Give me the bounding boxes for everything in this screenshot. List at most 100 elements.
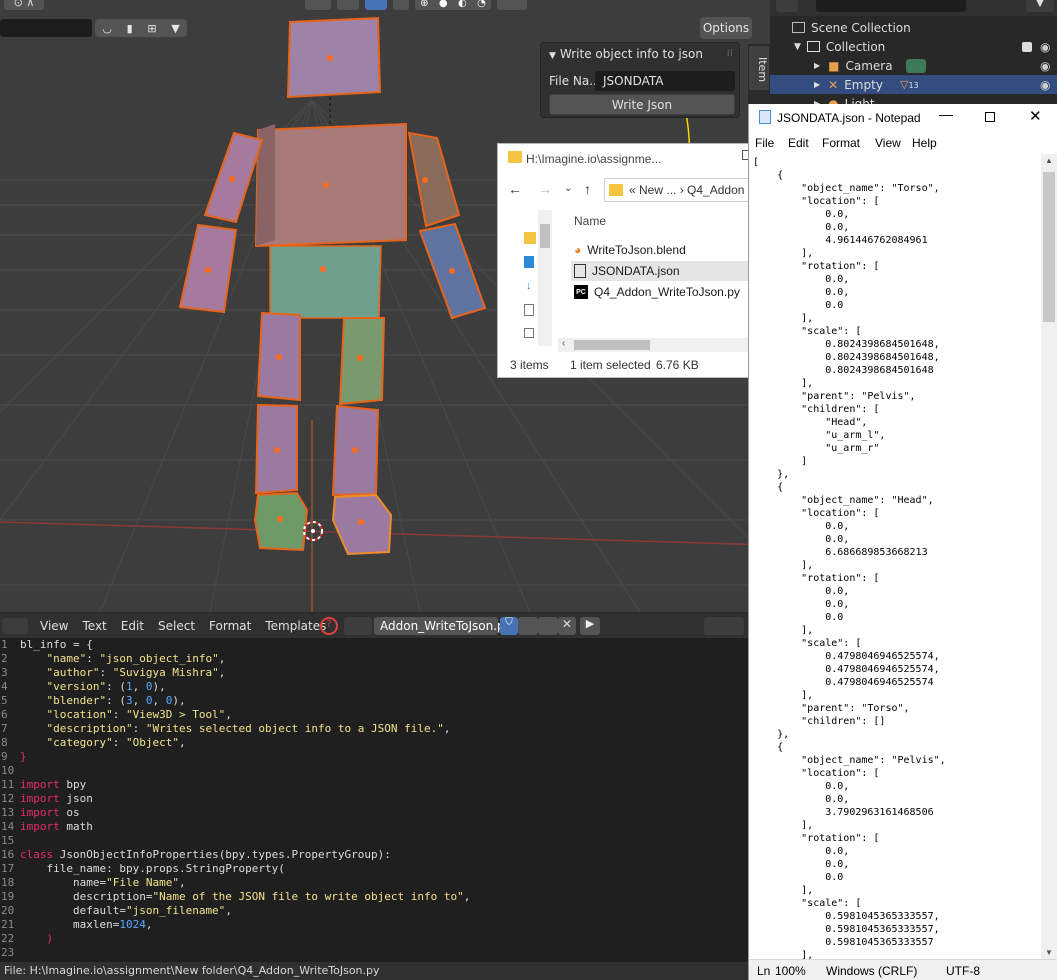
drag-handle-icon[interactable]: ⁞⁞ (727, 48, 733, 59)
overlay-toggle-icon[interactable] (337, 0, 359, 10)
visibility-eye-icon[interactable]: ◉ (1040, 59, 1050, 73)
viewport-filter-toolbar[interactable]: ◡ ▮ ⊞ ▼ (95, 19, 187, 37)
xray-toggle-icon[interactable] (365, 0, 387, 10)
editor-type-dropdown[interactable] (2, 618, 28, 634)
notepad-text-area[interactable]: [ { "object_name": "Torso", "location": … (749, 154, 1042, 959)
menu-templates[interactable]: Templates (265, 619, 326, 633)
scroll-down-icon[interactable]: ▼ (1045, 948, 1053, 957)
json-line: "rotation": [ (753, 261, 880, 272)
code-line: 2 "name": "json_object_info", (1, 652, 226, 665)
tab-item[interactable]: Item (749, 46, 769, 90)
menu-edit[interactable]: Edit (788, 136, 809, 150)
visibility-eye-icon[interactable]: ◉ (1040, 40, 1050, 54)
folder-icon[interactable] (524, 232, 536, 244)
run-script-play-icon[interactable]: ▶ (580, 617, 600, 635)
forward-arrow-icon[interactable]: → (538, 181, 552, 197)
menu-file[interactable]: File (755, 136, 774, 150)
explorer-path: H:\Imagine.io\assignme... (526, 152, 662, 166)
code-line: 3 "author": "Suvigya Mishra", (1, 666, 226, 679)
collection-row[interactable]: ▼ Collection ◉ (770, 37, 1057, 56)
overlay-icon[interactable]: ◡ (102, 22, 112, 35)
menu-format[interactable]: Format (209, 619, 251, 633)
horizontal-scrollbar[interactable]: ‹ (558, 338, 754, 352)
bookmark-icon[interactable]: ▮ (127, 22, 133, 35)
expand-arrow-icon[interactable]: ▶ (814, 61, 820, 70)
file-row[interactable]: PC Q4_Addon_WriteToJson.py (574, 282, 740, 302)
download-icon[interactable]: ↓ (526, 280, 532, 292)
code-line: 6 "location": "View3D > Tool", (1, 708, 232, 721)
folder-icon (508, 151, 522, 163)
menu-select[interactable]: Select (158, 619, 195, 633)
display-mode-dropdown[interactable] (776, 0, 798, 12)
column-header-name[interactable]: Name (574, 214, 606, 228)
menu-edit[interactable]: Edit (121, 619, 144, 633)
back-arrow-icon[interactable]: ← (508, 181, 522, 197)
viewport-search-field[interactable] (0, 19, 92, 37)
collapse-arrow-icon[interactable]: ▼ (549, 51, 556, 61)
line-numbers-toggle[interactable] (704, 617, 744, 635)
file-row[interactable]: ◕ WriteToJson.blend (574, 240, 686, 260)
text-browse-dropdown[interactable] (344, 617, 372, 635)
expand-arrow-icon[interactable]: ▶ (814, 80, 820, 89)
scene-collection-row[interactable]: Scene Collection (770, 18, 1057, 37)
wire-shading-icon[interactable]: ⊕ (420, 0, 428, 9)
filter-icon[interactable]: ▼ (171, 22, 179, 35)
document-icon[interactable] (524, 304, 534, 316)
fake-user-shield-icon[interactable]: ⛉ (500, 617, 518, 635)
code-line: 16 class JsonObjectInfoProperties(bpy.typ… (1, 848, 391, 861)
shading-mode-buttons[interactable]: ⊕ ● ◐ ◔ (415, 0, 491, 10)
visibility-eye-icon[interactable]: ◉ (1040, 78, 1050, 92)
scroll-thumb[interactable] (1043, 172, 1055, 322)
options-button[interactable]: Options (700, 17, 752, 39)
rendered-shading-icon[interactable]: ◔ (477, 0, 486, 9)
code-area[interactable]: 1 bl_info = { 2 "name": "json_object_info… (0, 638, 750, 962)
scroll-thumb[interactable] (574, 340, 650, 350)
duplicate-text-icon[interactable] (518, 617, 538, 635)
gizmo-toggle-icon[interactable] (305, 0, 331, 10)
solid-shading-icon[interactable]: ● (439, 0, 448, 9)
wireframe-icon[interactable] (393, 0, 409, 10)
view-eye-icon[interactable] (497, 0, 527, 10)
menu-view[interactable]: View (40, 619, 68, 633)
file-row-selected[interactable]: JSONDATA.json (571, 261, 751, 281)
breadcrumb-item[interactable]: Q4_Addon (687, 183, 744, 197)
menu-text[interactable]: Text (82, 619, 106, 633)
drive-icon[interactable] (524, 256, 534, 268)
outliner-item-empty[interactable]: ▶ ✕ Empty ▽13 ◉ (770, 75, 1057, 94)
material-shading-icon[interactable]: ◐ (458, 0, 467, 9)
minimize-icon[interactable]: — (939, 106, 953, 122)
open-folder-icon[interactable] (538, 617, 558, 635)
address-bar[interactable]: « New ... › Q4_Addon (604, 178, 754, 202)
picture-icon[interactable] (524, 328, 534, 338)
scroll-left-icon[interactable]: ‹ (562, 338, 565, 349)
panel-header[interactable]: ▼ Write object info to json (549, 47, 703, 61)
notepad-scrollbar[interactable]: ▲ ▼ (1041, 154, 1057, 959)
transform-pivot-button[interactable]: ⊙ ∧ (4, 0, 44, 10)
hierarchy-icon[interactable]: ⊞ (147, 22, 156, 35)
menu-format[interactable]: Format (822, 136, 860, 150)
text-filename-field[interactable]: Addon_WriteToJson.py (374, 617, 512, 635)
write-json-button[interactable]: Write Json (549, 94, 735, 115)
outliner-search-input[interactable] (816, 0, 966, 12)
unlink-close-icon[interactable]: ✕ (558, 617, 576, 635)
menu-view[interactable]: View (875, 136, 901, 150)
breadcrumb-item[interactable]: New ... (639, 183, 676, 197)
up-arrow-icon[interactable]: ↑ (584, 181, 591, 197)
outliner-item-camera[interactable]: ▶ ■ Camera ◉ (770, 56, 1057, 75)
json-line: 0.5981045365333557, (753, 924, 940, 935)
python-error-icon[interactable]: ? (320, 617, 338, 635)
explorer-titlebar[interactable]: H:\Imagine.io\assignme... (498, 144, 754, 174)
outliner-filter-icon[interactable]: ▼ (1026, 0, 1054, 12)
recent-dropdown-icon[interactable]: ⌄ (564, 183, 572, 194)
scroll-up-icon[interactable]: ▲ (1045, 156, 1053, 165)
expand-arrow-icon[interactable]: ▼ (794, 42, 801, 52)
scroll-thumb[interactable] (540, 224, 550, 248)
maximize-icon[interactable] (985, 112, 995, 122)
notepad-titlebar[interactable]: JSONDATA.json - Notepad — ✕ (749, 104, 1057, 132)
file-name-input[interactable]: JSONDATA (595, 71, 735, 91)
close-icon[interactable]: ✕ (1029, 107, 1042, 125)
nav-scrollbar[interactable] (538, 210, 552, 346)
menu-help[interactable]: Help (912, 136, 937, 150)
exclude-checkbox[interactable] (1022, 41, 1032, 52)
code-line: 8 "category": "Object", (1, 736, 186, 749)
